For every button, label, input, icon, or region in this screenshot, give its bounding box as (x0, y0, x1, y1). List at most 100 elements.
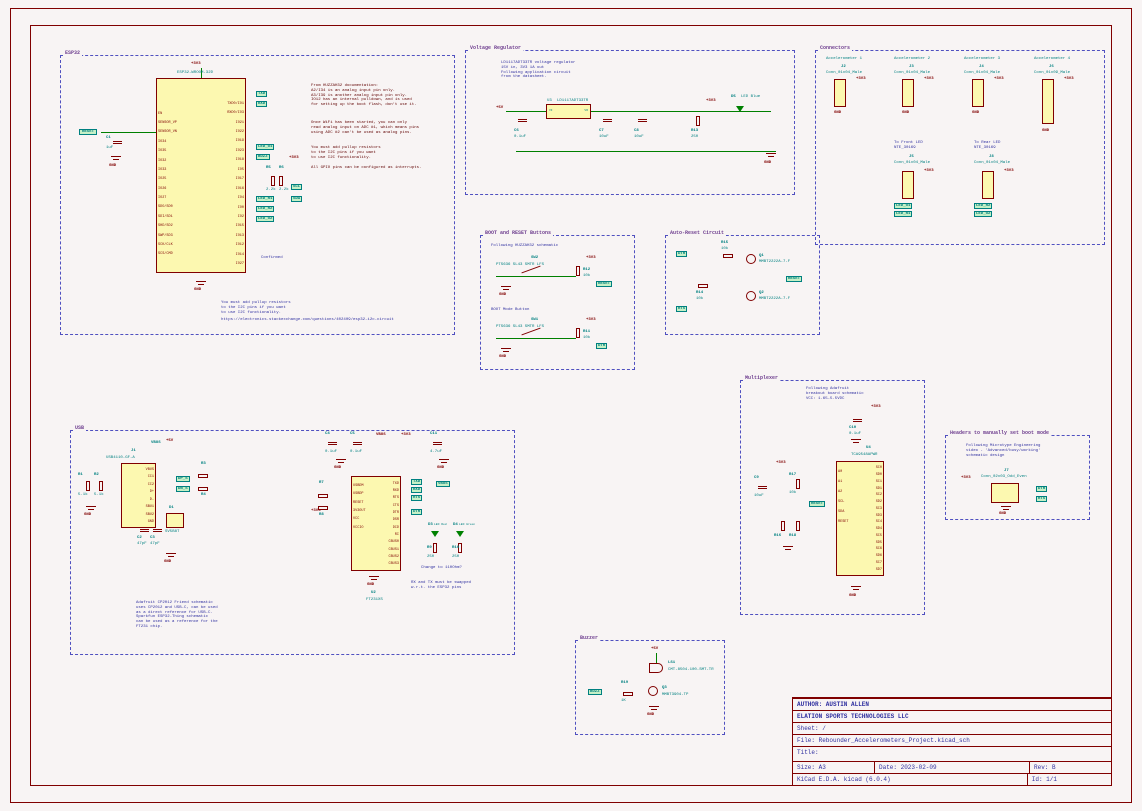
pin: RESET (838, 520, 849, 524)
sw2-net: RESET (596, 281, 612, 287)
q3-part: MMBT3904-TP (662, 693, 688, 697)
pin: SBU1 (146, 505, 154, 509)
pin: RXD0/IO3 (227, 111, 244, 115)
c11 (436, 439, 439, 447)
chip-u2: USBDM USBDP RESET 3V3OUT VCC VCCIO TXD R… (351, 476, 401, 571)
r3 (198, 474, 208, 478)
sw1-label: BOOT Mode Button (491, 308, 529, 313)
q2-ref: Q2 (759, 291, 764, 295)
r5 (271, 176, 275, 186)
j7-part: Conn_02x03_Odd_Even (981, 475, 1027, 479)
j2-type: Conn_01x04_Male (826, 71, 862, 75)
esp32-gnd-label: GND (194, 288, 201, 292)
u2-part: FT231XS (366, 598, 383, 602)
c9-ref: C9 (754, 476, 759, 480)
r1-ref: R1 (78, 473, 83, 477)
j6-ref: J6 (1049, 65, 1054, 69)
pin: 3V3OUT (353, 509, 366, 513)
pin: IO12 (227, 243, 244, 247)
net-ledr2: LED_R2 (256, 206, 274, 212)
r17-val: 10k (789, 491, 796, 495)
j8-ref: J8 (989, 155, 994, 159)
c4 (331, 439, 334, 447)
c6 (521, 116, 524, 124)
usb-note3: Change to 110Ohm? (421, 566, 462, 571)
pin: IO34 (158, 140, 177, 144)
pin: SBU2 (146, 513, 154, 517)
tb-company: ELATION SPORTS TECHNOLOGIES LLC (793, 711, 1111, 722)
c5-ref: C5 (350, 432, 355, 436)
ls1-ref: LS1 (668, 661, 675, 665)
pin: SD1 (876, 487, 882, 491)
net-buzz: BUZZ (256, 154, 270, 160)
r6 (279, 176, 283, 186)
h-rts: RTS (1036, 496, 1047, 502)
pin: IO17 (227, 177, 244, 181)
u3-name: LD1117ADT33TR (557, 99, 588, 103)
net-rxd: RXD (256, 101, 267, 107)
c3-val: 47pF (150, 542, 160, 546)
r19-val: 1K (621, 699, 626, 703)
r12-ref: R12 (583, 268, 590, 272)
bz-net: BUZZ (588, 689, 602, 695)
tb-size: Size: A3 (793, 762, 875, 773)
block-vreg: Voltage Regulator LD1117ADT33TR voltage … (465, 50, 795, 195)
net-ledg1: LED_G1 (256, 144, 274, 150)
j3-ref: J3 (909, 65, 914, 69)
j4-3v3: +3V3 (994, 77, 1004, 81)
usb-gnd1-l: GND (164, 560, 171, 564)
block-buttons-title: BOOT and RESET Buttons (483, 230, 553, 236)
r12 (576, 266, 580, 276)
r16-ref: R16 (774, 534, 781, 538)
c10-gnd (851, 439, 861, 445)
sw2-ref: SW2 (531, 256, 538, 260)
esp32-note5: Confirmed (261, 256, 283, 261)
c5 (356, 439, 359, 447)
pin: IO22 (227, 130, 244, 134)
sw1-net: DTR (596, 343, 607, 349)
r14-val: 10k (696, 297, 703, 301)
pin: SHD/SD2 (158, 224, 177, 228)
tb-tool: KiCad E.D.A. kicad (6.0.4) (793, 774, 1028, 785)
r13-val: 250 (691, 135, 698, 139)
d4-ref: D4 (453, 523, 458, 527)
sw2-3v3: +3V3 (586, 256, 596, 260)
q1-part: MMBT2222A-7-F (759, 260, 790, 264)
pin: SC7 (876, 561, 882, 565)
title-block: AUTHOR: AUSTIN ALLEN ELATION SPORTS TECH… (792, 697, 1112, 786)
pin: SCS/CMD (158, 252, 177, 256)
j8-3v3: +3V3 (1004, 169, 1014, 173)
j2-3v3: +3V3 (856, 77, 866, 81)
pin: RTS (388, 496, 399, 500)
j3-type: Conn_01x04_Male (894, 71, 930, 75)
r14-ref: R14 (696, 291, 703, 295)
tb-sheet: Sheet: / (793, 723, 1111, 734)
r14 (698, 284, 708, 288)
c7 (606, 116, 609, 124)
c11-gnd-l: GND (437, 466, 444, 470)
pin: D+ (146, 490, 154, 494)
pin: SC6 (876, 547, 882, 551)
tb-date: Date: 2023-02-09 (875, 762, 1030, 773)
c10 (856, 416, 859, 424)
pin: D- (146, 498, 154, 502)
r13 (696, 116, 700, 126)
c45-gnd (336, 459, 346, 465)
j7-ref: J7 (1004, 469, 1009, 473)
block-buzzer-title: Buzzer (578, 635, 600, 641)
pin: DCD (388, 526, 399, 530)
pin: VCCIO (353, 526, 366, 530)
pin: IO26 (158, 187, 177, 191)
chip-j1: VBUS CC1 CC2 D+ D- SBU1 SBU2 GND (121, 463, 156, 528)
h-gnd-l: GND (999, 512, 1006, 516)
block-usb-title: USB (73, 425, 86, 431)
block-connectors-title: Connectors (818, 45, 852, 51)
d5-val: LED Blue (741, 95, 760, 99)
bz-gnd-l: GND (647, 713, 654, 717)
pin: SC2 (876, 493, 882, 497)
u2-ref: U2 (371, 591, 376, 595)
j1-ref: J1 (131, 449, 136, 453)
c1-val: 1uF (106, 146, 113, 150)
r13-ref: R13 (691, 129, 698, 133)
pin: USBDP (353, 492, 366, 496)
